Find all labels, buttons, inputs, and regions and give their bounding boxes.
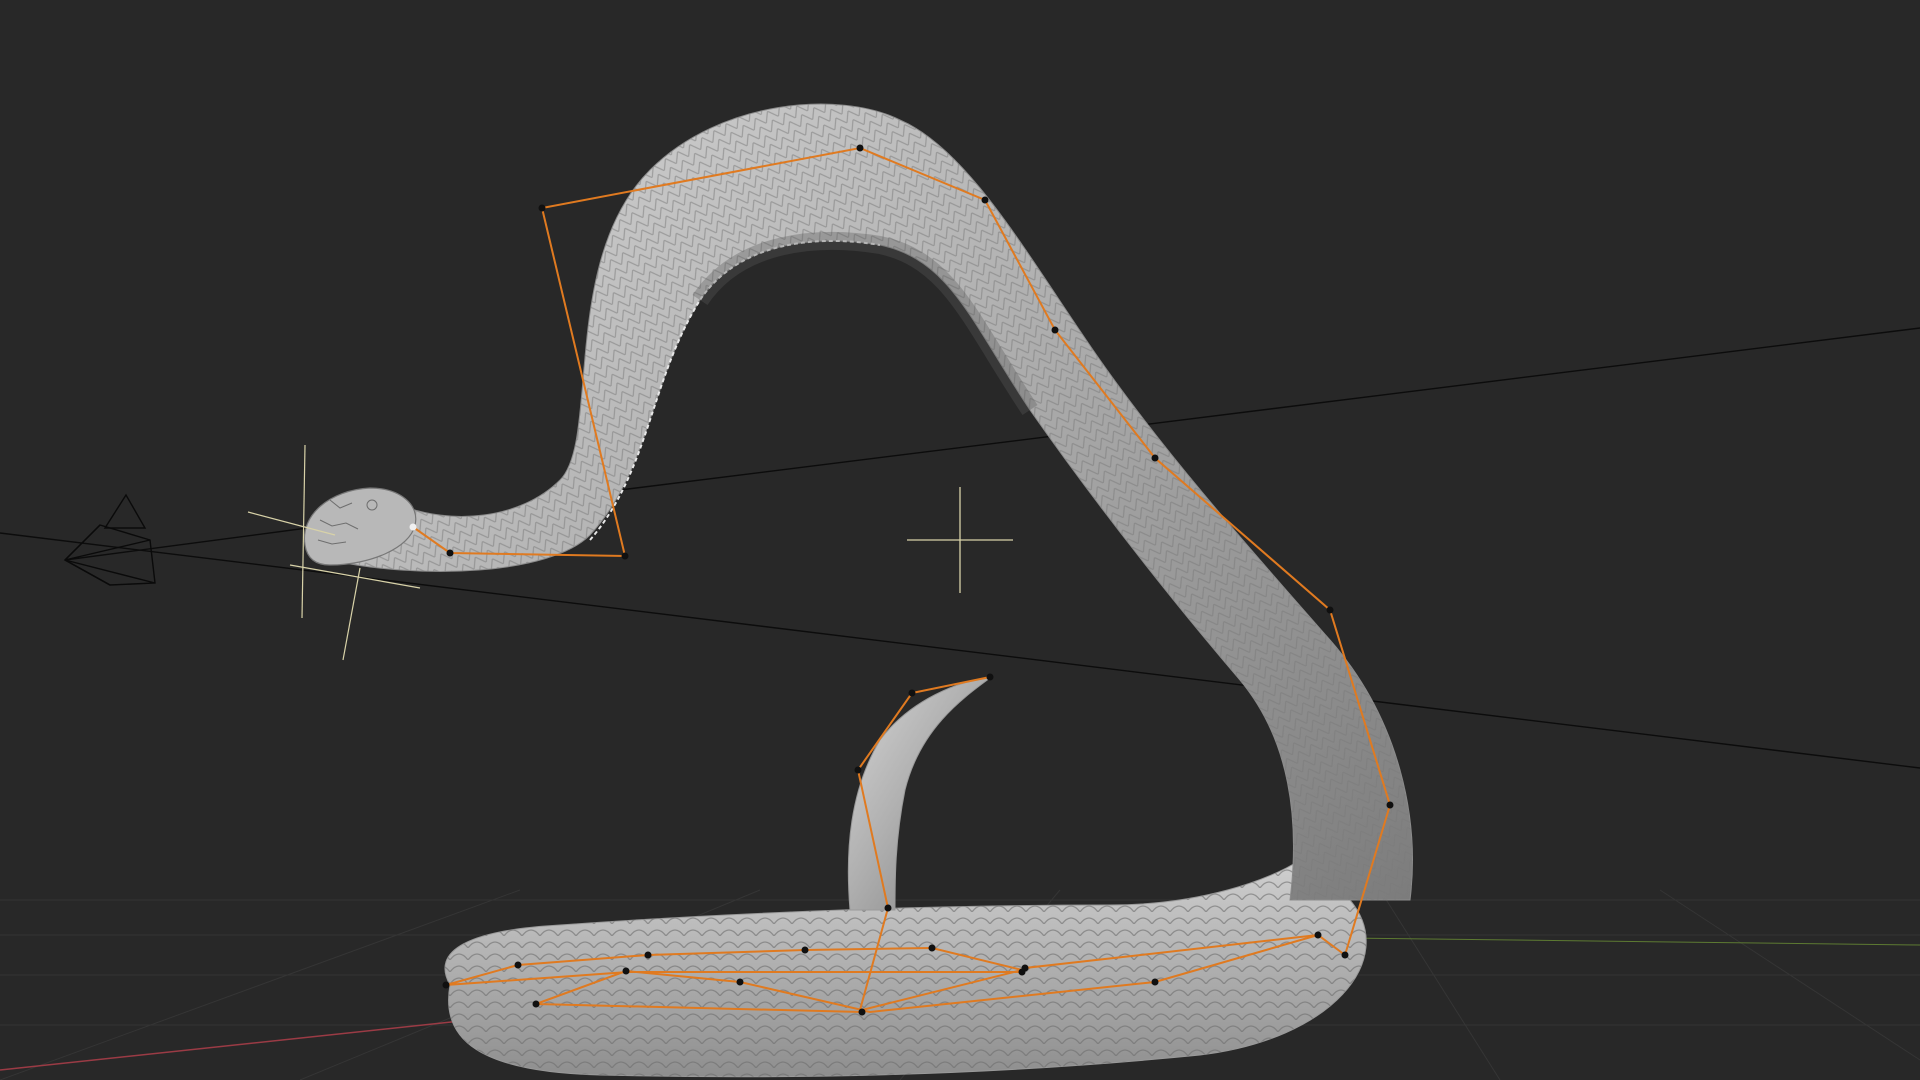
control-point[interactable] xyxy=(514,961,522,969)
snake-tail xyxy=(847,677,992,911)
control-point[interactable] xyxy=(621,552,629,560)
control-point[interactable] xyxy=(1386,801,1394,809)
3d-viewport[interactable] xyxy=(0,0,1920,1080)
control-point[interactable] xyxy=(854,766,862,774)
control-point[interactable] xyxy=(1151,454,1159,462)
camera-icon[interactable] xyxy=(63,493,156,586)
control-point[interactable] xyxy=(538,204,546,212)
control-point[interactable] xyxy=(1018,968,1026,976)
control-point[interactable] xyxy=(409,523,417,531)
control-point[interactable] xyxy=(442,981,450,989)
control-point[interactable] xyxy=(736,978,744,986)
control-point[interactable] xyxy=(644,951,652,959)
control-point[interactable] xyxy=(801,946,809,954)
x-axis-line xyxy=(0,1019,471,1071)
control-point[interactable] xyxy=(1326,606,1334,614)
guide-line-camera xyxy=(64,524,331,561)
control-point[interactable] xyxy=(532,1000,540,1008)
control-point[interactable] xyxy=(1314,931,1322,939)
control-point[interactable] xyxy=(928,944,936,952)
control-point[interactable] xyxy=(446,549,454,557)
control-point[interactable] xyxy=(908,689,916,697)
control-point[interactable] xyxy=(1051,326,1059,334)
control-point[interactable] xyxy=(858,1008,866,1016)
guide-line-upper xyxy=(619,327,1920,491)
control-point[interactable] xyxy=(1151,978,1159,986)
coil-scales xyxy=(444,860,1367,1077)
control-point[interactable] xyxy=(981,196,989,204)
control-point[interactable] xyxy=(622,967,630,975)
target-cross-empty[interactable] xyxy=(907,487,1013,593)
control-point[interactable] xyxy=(986,673,994,681)
control-point[interactable] xyxy=(856,144,864,152)
control-point[interactable] xyxy=(1341,951,1349,959)
control-point[interactable] xyxy=(884,904,892,912)
viewport-canvas[interactable] xyxy=(0,0,1920,1080)
